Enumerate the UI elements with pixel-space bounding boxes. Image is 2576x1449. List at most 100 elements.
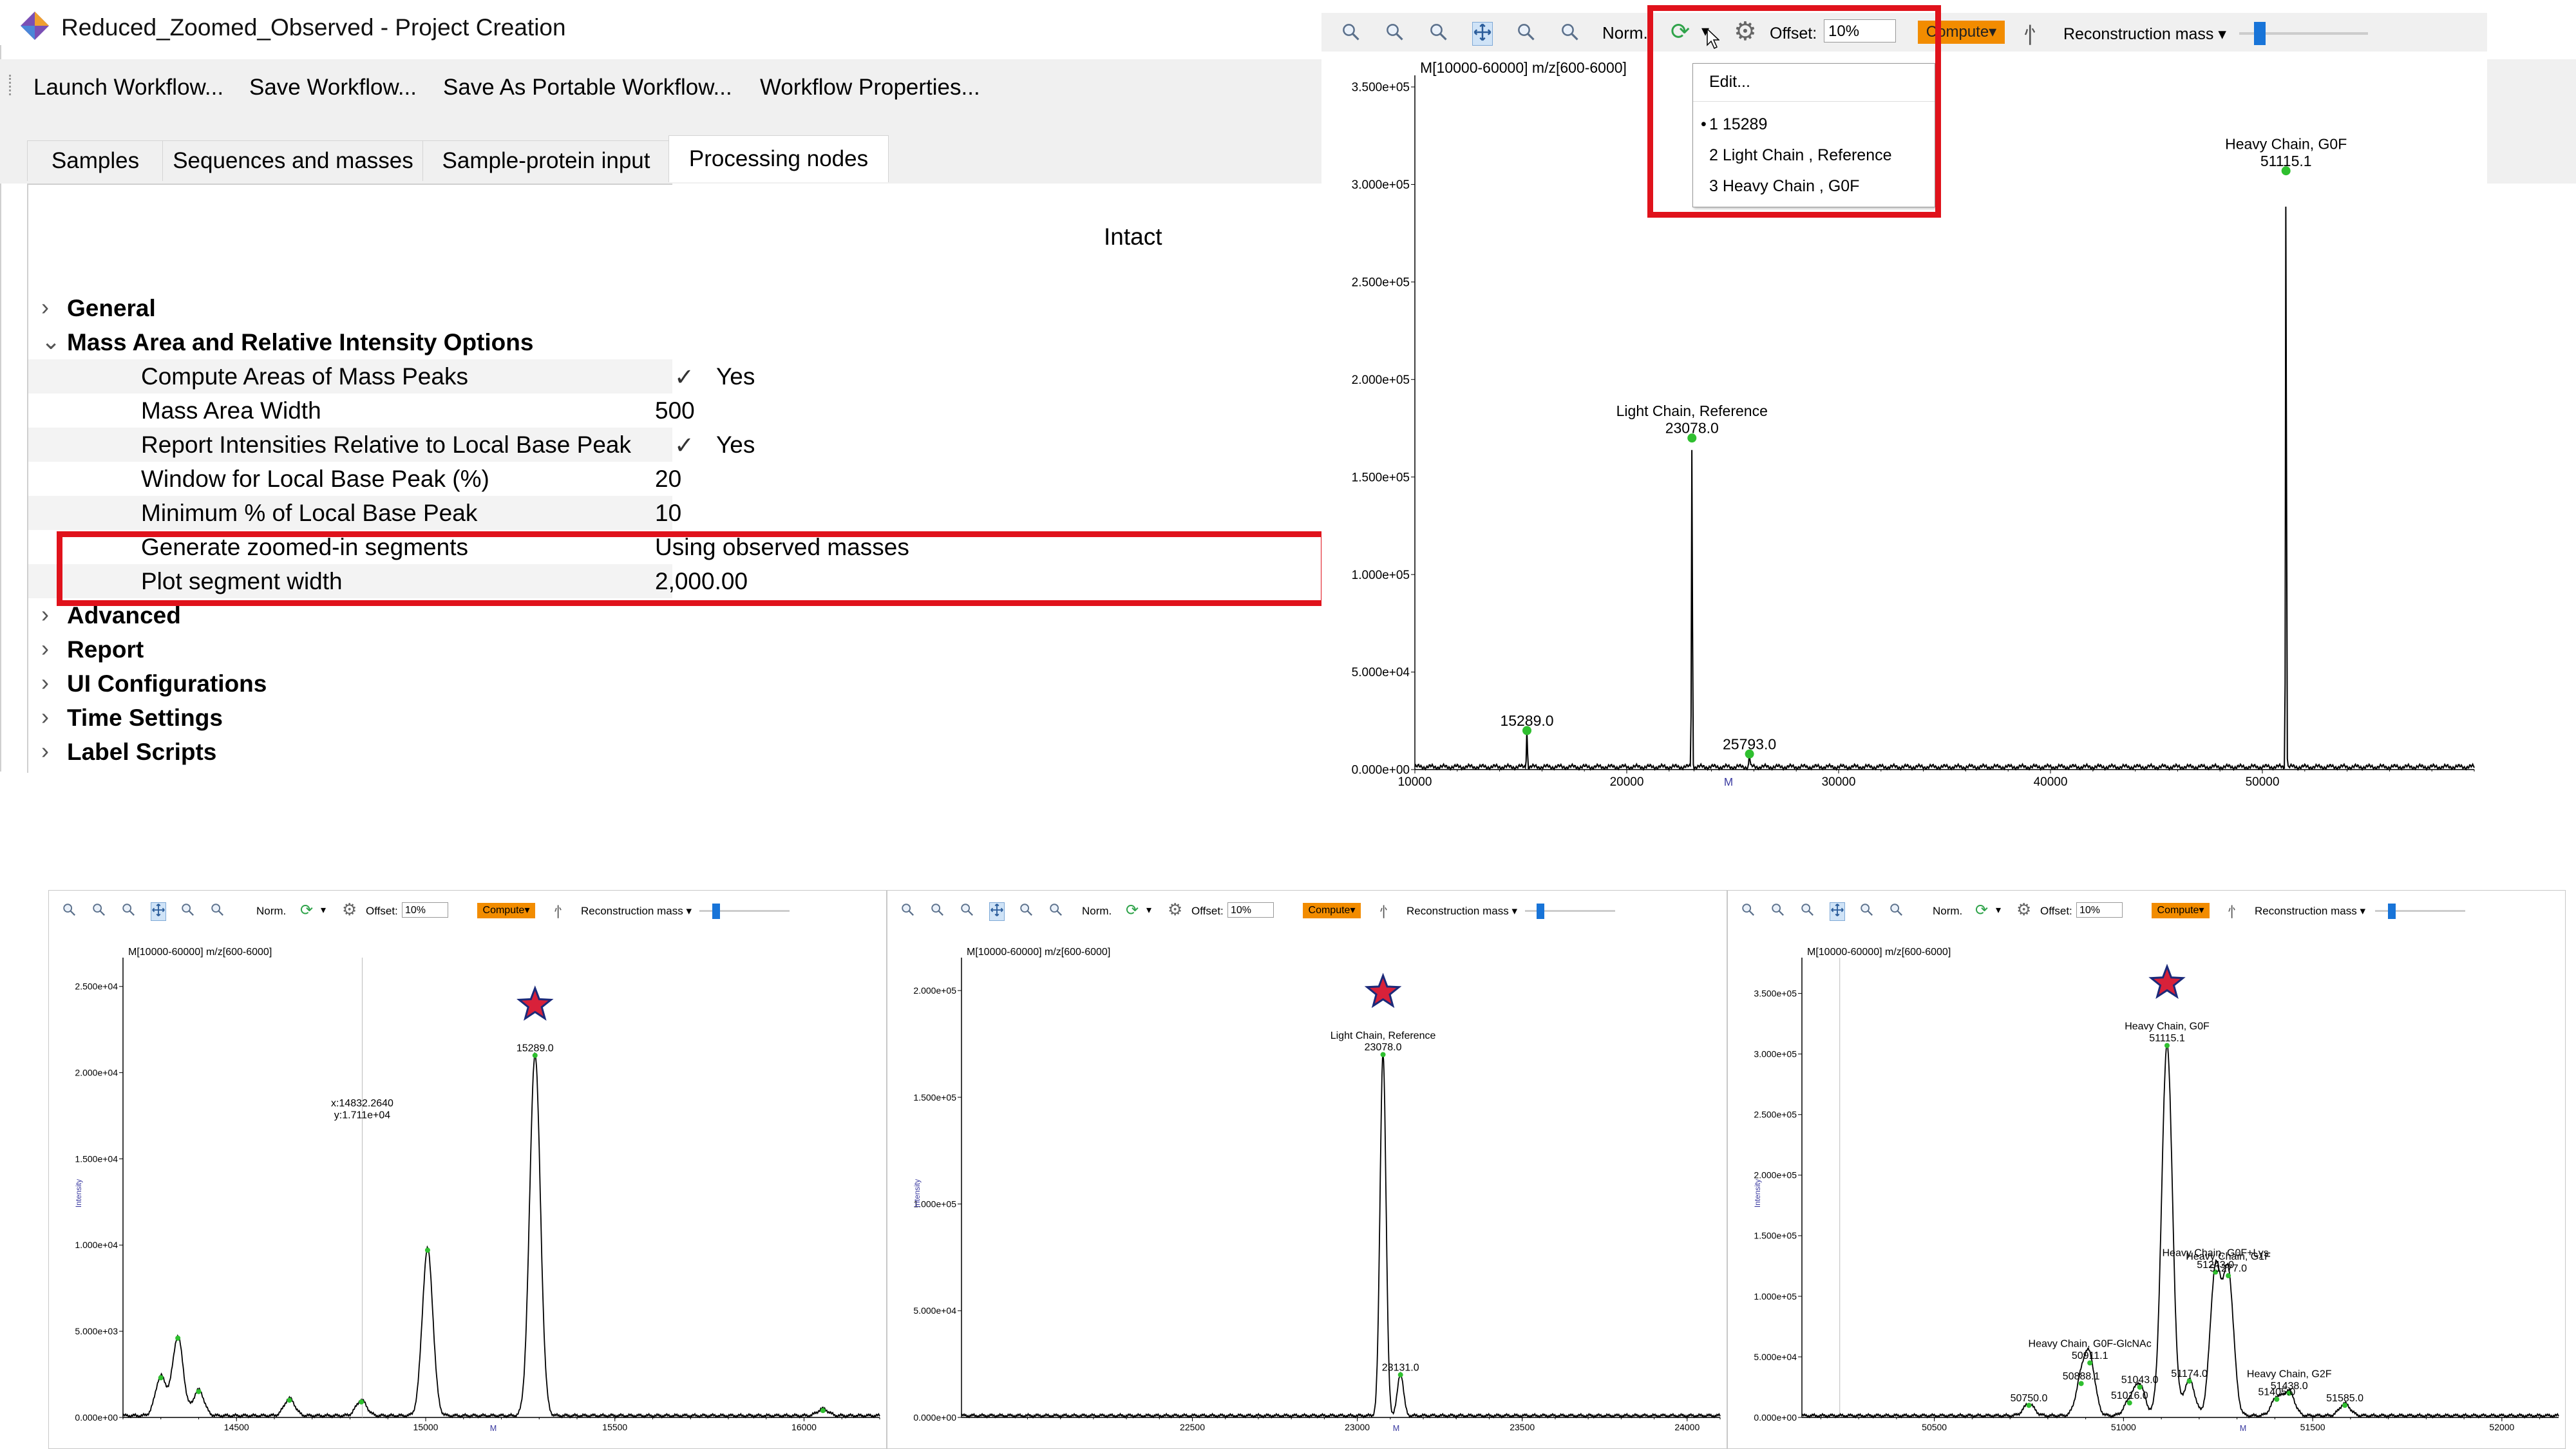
y-axis-label: Intensity <box>913 1179 922 1208</box>
option-row-relative-intensity[interactable]: Report Intensities Relative to Local Bas… <box>28 428 755 462</box>
zoom-y-icon[interactable] <box>1048 902 1063 920</box>
norm-button[interactable]: Norm. <box>1933 905 1962 918</box>
compute-button[interactable]: Compute▾ <box>477 903 535 918</box>
y-axis-label: Intensity <box>1753 1179 1762 1208</box>
norm-button[interactable]: Norm. <box>256 905 286 918</box>
peak-annotation: Heavy Chain, G2F <box>2247 1369 2332 1380</box>
gear-icon[interactable]: ⚙ <box>1168 900 1182 920</box>
reconstruction-mass-select[interactable]: Reconstruction mass ▾ <box>1406 905 1517 918</box>
option-row-minimum-base-peak[interactable]: Minimum % of Local Base Peak 10 <box>28 496 681 530</box>
chevron-right-icon[interactable]: › <box>41 635 49 662</box>
zoom-out-icon[interactable] <box>960 902 974 920</box>
zoom-spectrum-15289[interactable]: M[10000-60000] m/z[600-6000] 0.000e+00 5.0… <box>49 929 886 1448</box>
pan-icon[interactable] <box>1472 22 1493 46</box>
peak-label-icon[interactable]: ⟳ <box>1126 901 1139 920</box>
section-general[interactable]: › General <box>28 291 672 325</box>
option-row-compute-areas[interactable]: Compute Areas of Mass Peaks ✓ Yes <box>28 359 755 393</box>
slider-handle[interactable] <box>1537 904 1544 919</box>
slider-handle[interactable] <box>712 904 720 919</box>
reconstruction-mass-select[interactable]: Reconstruction mass ▾ <box>2255 905 2365 918</box>
save-workflow-button[interactable]: Save Workflow... <box>249 75 417 100</box>
zoom-y-icon[interactable] <box>1560 22 1579 44</box>
chevron-down-icon[interactable]: ⌄ <box>41 328 61 355</box>
chevron-right-icon[interactable]: › <box>41 601 49 628</box>
chart-title: M[10000-60000] m/z[600-6000] <box>128 947 272 958</box>
zoom-x-icon[interactable] <box>180 902 194 920</box>
zoom-x-icon[interactable] <box>1019 902 1033 920</box>
reconstruction-mass-select[interactable]: Reconstruction mass ▾ <box>581 905 692 918</box>
zoom-fit-icon[interactable] <box>900 902 914 920</box>
tab-sample-protein-input[interactable]: Sample-protein input <box>422 140 670 181</box>
zoom-out-icon[interactable] <box>1428 22 1448 44</box>
section-report[interactable]: › Report <box>28 632 672 667</box>
peak-annotation: 51043.0 <box>2121 1375 2159 1386</box>
section-mass-area[interactable]: ⌄ Mass Area and Relative Intensity Optio… <box>28 325 672 359</box>
slider-handle[interactable] <box>2388 904 2396 919</box>
star-icon <box>1364 972 1402 1009</box>
gear-icon[interactable]: ⚙ <box>2016 900 2031 920</box>
option-row-mass-area-width[interactable]: Mass Area Width 500 <box>28 393 695 428</box>
zoom-x-icon[interactable] <box>1516 22 1535 44</box>
section-label-scripts[interactable]: › Label Scripts <box>28 735 672 769</box>
pan-icon[interactable] <box>1830 902 1845 921</box>
toolbar-grip[interactable] <box>9 75 15 95</box>
peak-annotation: 51115.1 <box>2149 1033 2185 1044</box>
chevron-right-icon[interactable]: › <box>41 294 49 321</box>
zoom-in-icon[interactable] <box>91 902 106 920</box>
tab-processing-nodes[interactable]: Processing nodes <box>668 135 889 182</box>
dropdown-arrow-icon[interactable]: ▾ <box>321 904 326 916</box>
norm-button[interactable]: Norm. <box>1602 23 1648 43</box>
workflow-properties-button[interactable]: Workflow Properties... <box>760 75 980 100</box>
section-ui-configurations[interactable]: › UI Configurations <box>28 667 672 701</box>
norm-button[interactable]: Norm. <box>1082 905 1112 918</box>
zoom-y-icon[interactable] <box>1889 902 1903 920</box>
chevron-right-icon[interactable]: › <box>41 703 49 730</box>
option-value[interactable]: 20 <box>655 466 681 493</box>
option-row-window-base-peak[interactable]: Window for Local Base Peak (%) 20 <box>28 462 681 496</box>
dropdown-arrow-icon[interactable]: ▾ <box>1146 904 1151 916</box>
section-time-settings[interactable]: › Time Settings <box>28 701 672 735</box>
zoom-in-icon[interactable] <box>1770 902 1785 920</box>
zoom-in-icon[interactable] <box>930 902 944 920</box>
chevron-right-icon[interactable]: › <box>41 669 49 696</box>
zoom-out-icon[interactable] <box>121 902 135 920</box>
checkmark-icon: ✓ <box>674 364 695 390</box>
gear-icon[interactable]: ⚙ <box>342 900 357 920</box>
zoom-y-icon[interactable] <box>210 902 224 920</box>
tab-sequences-masses[interactable]: Sequences and masses <box>162 140 424 181</box>
save-portable-workflow-button[interactable]: Save As Portable Workflow... <box>443 75 732 100</box>
zoom-fit-icon[interactable] <box>1741 902 1755 920</box>
zoom-out-icon[interactable] <box>1800 902 1814 920</box>
peak-label-icon[interactable]: ⟳ <box>300 901 313 920</box>
option-value[interactable]: 10 <box>655 500 681 527</box>
tab-samples[interactable]: Samples <box>27 140 164 181</box>
pan-icon[interactable] <box>151 902 166 921</box>
chevron-right-icon[interactable]: › <box>41 737 49 764</box>
compute-button[interactable]: Compute▾ <box>1303 903 1361 918</box>
option-value[interactable]: Yes <box>716 363 755 390</box>
compute-button[interactable]: Compute▾ <box>2152 903 2210 918</box>
zoom-in-icon[interactable] <box>1385 22 1404 44</box>
slider-handle[interactable] <box>2254 22 2266 45</box>
option-value[interactable]: Yes <box>716 431 755 459</box>
zoom-fit-icon[interactable] <box>1341 22 1360 44</box>
peak-label-icon[interactable]: ⟳ <box>1975 901 1988 920</box>
reconstruction-mass-select[interactable]: Reconstruction mass ▾ <box>2063 24 2226 44</box>
offset-input[interactable]: 10% <box>402 902 448 918</box>
zoom-spectrum-23078[interactable]: M[10000-60000] m/z[600-6000] 0.000e+00 5.0… <box>887 929 1727 1448</box>
launch-workflow-button[interactable]: Launch Workflow... <box>33 75 223 100</box>
zoom-x-icon[interactable] <box>1859 902 1873 920</box>
peak-annotation: Heavy Chain, G0F <box>2225 135 2347 152</box>
offset-input[interactable]: 10% <box>1227 902 1274 918</box>
window-title: Reduced_Zoomed_Observed - Project Creati… <box>61 14 566 41</box>
dropdown-arrow-icon[interactable]: ▾ <box>1996 904 2001 916</box>
offset-input[interactable]: 10% <box>2076 902 2123 918</box>
zoom-fit-icon[interactable] <box>62 902 76 920</box>
option-value[interactable]: 500 <box>655 397 695 424</box>
spectrum-line <box>122 1052 880 1419</box>
x-tick-label: 15500 <box>602 1422 627 1432</box>
pan-icon[interactable] <box>989 902 1005 921</box>
y-tick-label: 2.500e+05 <box>1352 276 1410 290</box>
y-tick-label: 2.500e+05 <box>1754 1110 1797 1120</box>
zoom-spectrum-51115[interactable]: M[10000-60000] m/z[600-6000] 0.000e+00 5.0… <box>1728 929 2565 1448</box>
